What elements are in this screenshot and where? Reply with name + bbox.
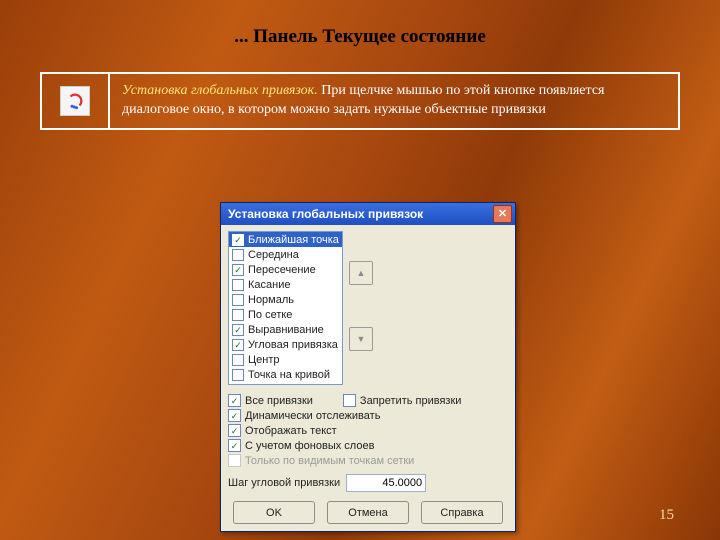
snap-item-label: Середина (248, 249, 299, 261)
angle-step-row: Шаг угловой привязки (228, 474, 508, 492)
checkbox[interactable]: ✓ (232, 234, 244, 246)
snap-item[interactable]: ✓ Ближайшая точка (229, 232, 342, 247)
close-button[interactable]: ✕ (493, 205, 512, 223)
opt-dynamic-track[interactable]: ✓Динамически отслеживать (228, 408, 508, 423)
dialog-body: ✓ Ближайшая точка Середина ✓ Пересечение Каса… (221, 225, 515, 531)
snap-item[interactable]: ✓ Угловая привязка (229, 337, 342, 352)
snap-item-label: Пересечение (248, 264, 316, 276)
arrow-up-icon: ▲ (356, 268, 365, 278)
dialog-titlebar[interactable]: Установка глобальных привязок ✕ (221, 203, 515, 225)
snap-list[interactable]: ✓ Ближайшая точка Середина ✓ Пересечение Каса… (228, 231, 343, 385)
snap-item-label: Ближайшая точка (248, 234, 339, 246)
cancel-button[interactable]: Отмена (327, 501, 409, 524)
snap-item-label: Точка на кривой (248, 369, 330, 381)
opt-forbid-snaps[interactable]: Запретить привязки (343, 393, 462, 408)
snap-item[interactable]: ✓ Выравнивание (229, 322, 342, 337)
snap-item-label: По сетке (248, 309, 292, 321)
ok-button[interactable]: OK (233, 501, 315, 524)
snap-dialog: Установка глобальных привязок ✕ ✓ Ближайш… (220, 202, 516, 532)
opt-show-text[interactable]: ✓Отображать текст (228, 423, 508, 438)
opt-bg-layers[interactable]: ✓С учетом фоновых слоев (228, 438, 508, 453)
snap-item[interactable]: Середина (229, 247, 342, 262)
dialog-title: Установка глобальных привязок (228, 207, 423, 221)
angle-step-input[interactable] (346, 474, 426, 492)
snap-item-label: Угловая привязка (248, 339, 338, 351)
checkbox[interactable] (232, 369, 244, 381)
checkbox[interactable] (232, 309, 244, 321)
icon-cell (42, 74, 110, 128)
opt-visible-only: Только по видимым точкам сетки (228, 453, 508, 468)
checkbox[interactable] (232, 279, 244, 291)
snap-item-label: Выравнивание (248, 324, 324, 336)
snap-item[interactable]: ✓ Пересечение (229, 262, 342, 277)
checkbox[interactable]: ✓ (232, 264, 244, 276)
snap-icon (60, 86, 90, 116)
checkbox[interactable]: ✓ (232, 324, 244, 336)
opt-all-snaps[interactable]: ✓Все привязки (228, 393, 313, 408)
snap-item[interactable]: Центр (229, 352, 342, 367)
info-row: Установка глобальных привязок. При щелчк… (40, 72, 680, 130)
checkbox[interactable] (232, 354, 244, 366)
angle-step-label: Шаг угловой привязки (228, 477, 340, 489)
checkbox[interactable] (232, 294, 244, 306)
snap-item[interactable]: Касание (229, 277, 342, 292)
snap-item[interactable]: По сетке (229, 307, 342, 322)
options-group: ✓Все привязки Запретить привязки ✓Динами… (228, 393, 508, 468)
info-emphasis: Установка глобальных привязок. (122, 83, 318, 98)
snap-item[interactable]: Точка на кривой (229, 367, 342, 382)
snap-item-label: Касание (248, 279, 290, 291)
move-down-button[interactable]: ▼ (349, 327, 373, 351)
page-number: 15 (659, 507, 674, 524)
snap-item-label: Центр (248, 354, 280, 366)
move-up-button[interactable]: ▲ (349, 261, 373, 285)
help-button[interactable]: Справка (421, 501, 503, 524)
dialog-buttons: OK Отмена Справка (228, 501, 508, 524)
snap-item[interactable]: Нормаль (229, 292, 342, 307)
checkbox[interactable] (232, 249, 244, 261)
snap-item-label: Нормаль (248, 294, 294, 306)
page-title: ... Панель Текущее состояние (0, 0, 720, 48)
checkbox[interactable]: ✓ (232, 339, 244, 351)
info-text: Установка глобальных привязок. При щелчк… (110, 74, 678, 128)
arrow-down-icon: ▼ (356, 334, 365, 344)
